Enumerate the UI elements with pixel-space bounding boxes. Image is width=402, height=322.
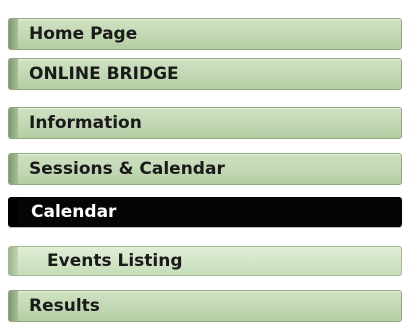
submenu-item-calendar[interactable]: Calendar	[8, 197, 402, 227]
menu-item-online-bridge[interactable]: ONLINE BRIDGE	[8, 58, 402, 90]
menu-item-label: ONLINE BRIDGE	[29, 64, 179, 84]
menu-item-label: Home Page	[29, 24, 138, 44]
menu-item-label: Sessions & Calendar	[29, 159, 225, 179]
menu-item-results[interactable]: Results	[8, 290, 402, 322]
menu-item-information[interactable]: Information	[8, 107, 402, 139]
menu-item-label: Information	[29, 113, 142, 133]
menu-item-home-page[interactable]: Home Page	[8, 18, 402, 50]
submenu-item-label: Events Listing	[47, 251, 183, 271]
submenu-item-label: Calendar	[31, 202, 117, 222]
side-menu: Home Page ONLINE BRIDGE Information Sess…	[0, 0, 402, 322]
menu-item-label: Results	[29, 296, 100, 316]
menu-item-sessions-calendar[interactable]: Sessions & Calendar	[8, 153, 402, 185]
submenu-item-events-listing[interactable]: Events Listing	[8, 246, 402, 276]
